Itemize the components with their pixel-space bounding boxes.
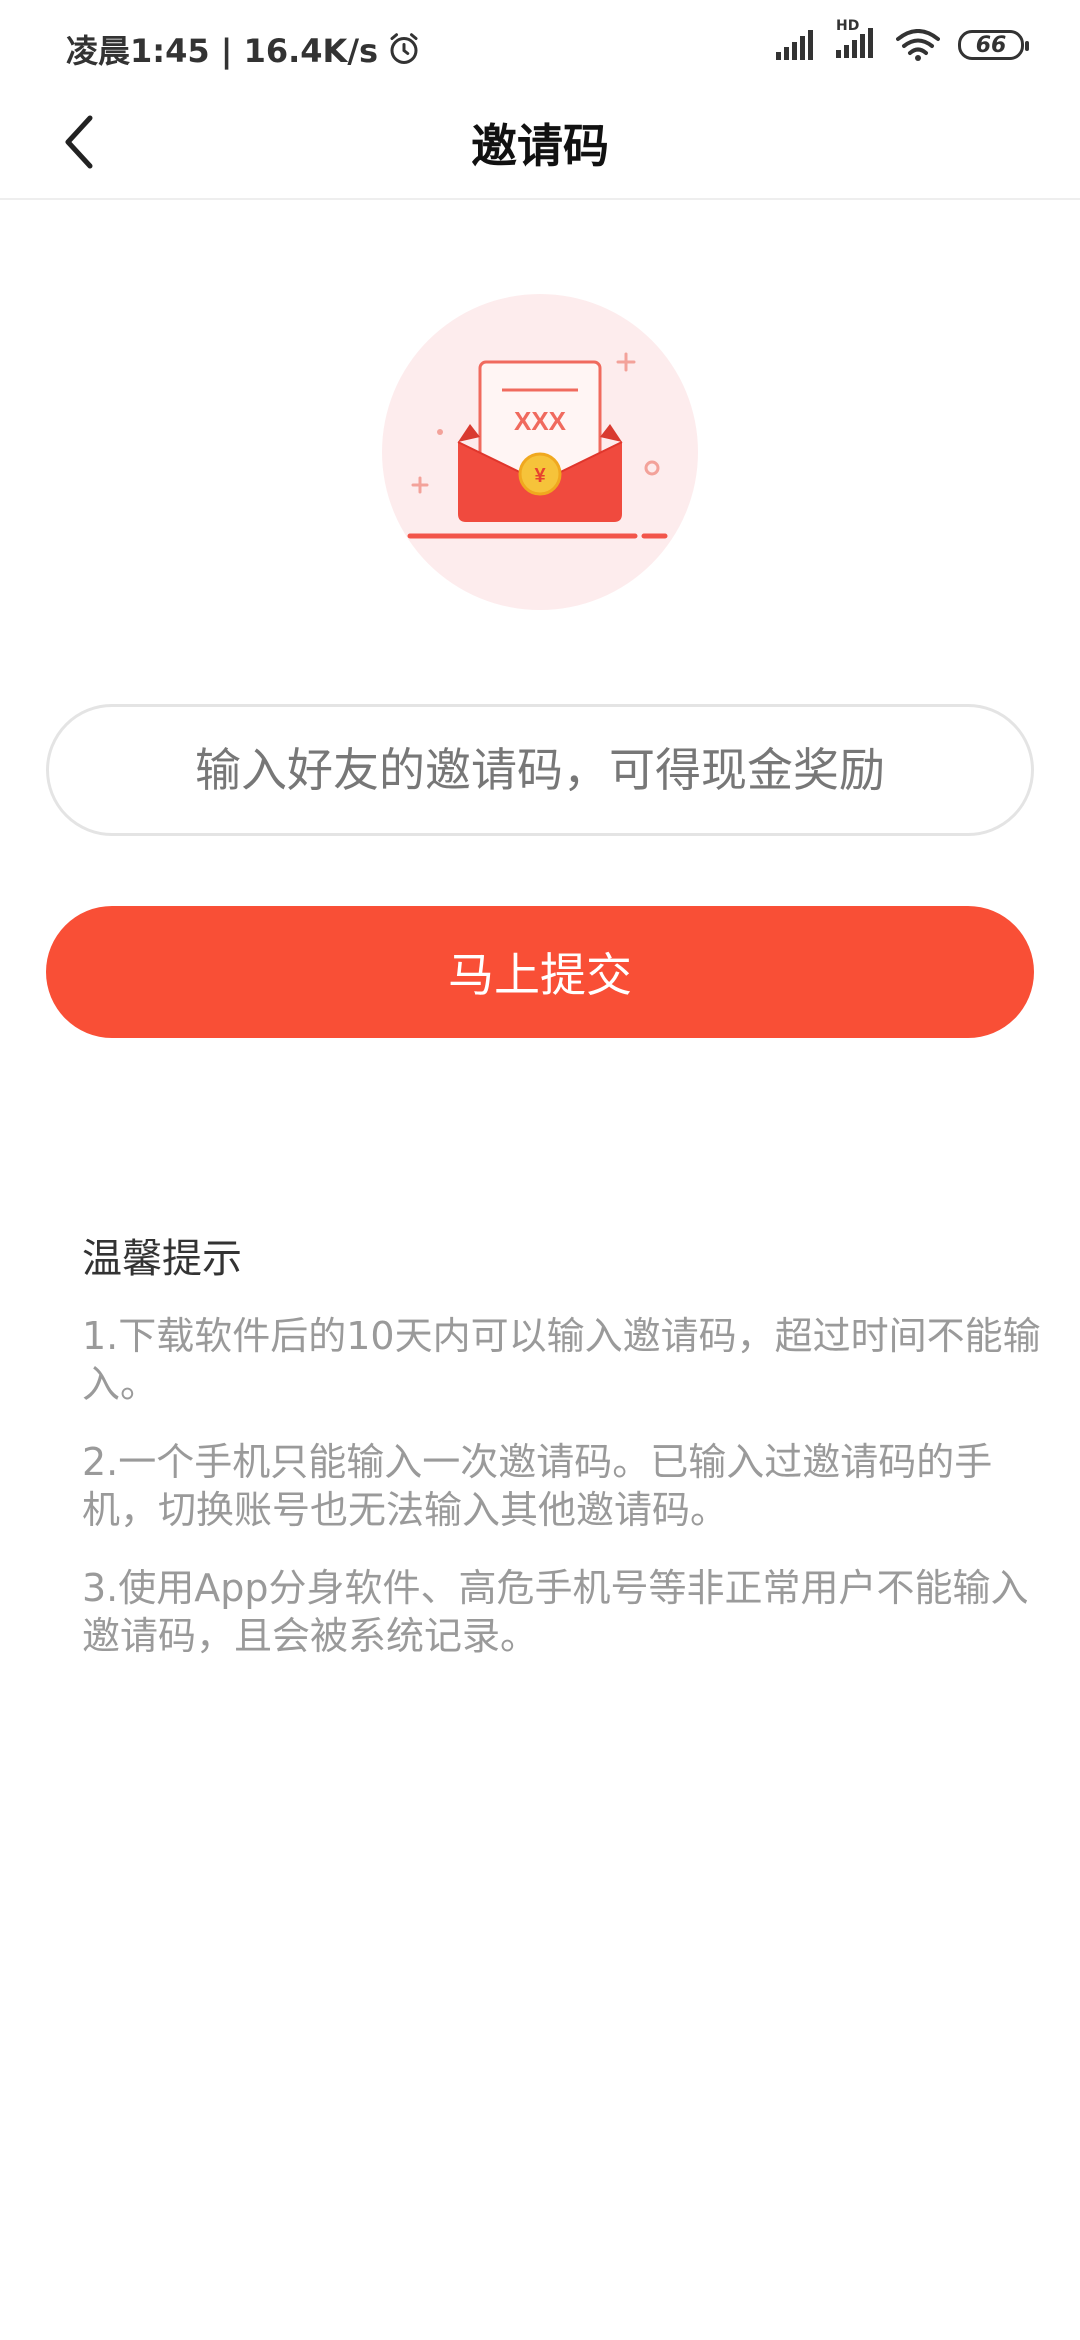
status-right: HD 66 <box>776 18 1029 62</box>
coin-symbol: ¥ <box>534 465 546 487</box>
wifi-icon <box>896 29 940 61</box>
tips-section: 温馨提示 1.下载软件后的10天内可以输入邀请码，超过时间不能输入。 2.一个手… <box>82 1226 1042 1690</box>
invite-code-page: 凌晨1:45 | 16.4K/s HD 66 邀请码 XXX ¥ 输入好友的邀请… <box>0 0 1080 2340</box>
page-title: 邀请码 <box>471 119 609 173</box>
signal-hd-wrap: HD <box>836 18 878 62</box>
submit-button[interactable]: 马上提交 <box>46 906 1034 1038</box>
tips-item: 2.一个手机只能输入一次邀请码。已输入过邀请码的手机，切换账号也无法输入其他邀请… <box>82 1440 993 1532</box>
signal-icon <box>776 30 813 60</box>
status-bar: 凌晨1:45 | 16.4K/s HD 66 <box>0 0 1080 96</box>
status-left: 凌晨1:45 | 16.4K/s <box>66 26 422 72</box>
red-envelope-illustration: XXX ¥ <box>382 294 698 610</box>
tips-item: 3.使用App分身软件、高危手机号等非正常用户不能输入邀请码，且会被系统记录。 <box>82 1566 1029 1658</box>
nav-bar: 邀请码 <box>0 96 1080 200</box>
battery-level: 66 <box>975 32 1007 58</box>
envelope-text: XXX <box>514 406 567 436</box>
alarm-icon <box>390 33 418 64</box>
hd-label: HD <box>836 18 860 34</box>
tips-title: 温馨提示 <box>82 1236 242 1282</box>
tips-item: 1.下载软件后的10天内可以输入邀请码，超过时间不能输入。 <box>82 1314 1041 1406</box>
invite-code-input[interactable] <box>88 742 992 798</box>
status-time-speed: 凌晨1:45 | 16.4K/s <box>66 32 379 70</box>
battery-icon: 66 <box>958 30 1029 60</box>
invite-code-field-wrap <box>46 704 1034 836</box>
